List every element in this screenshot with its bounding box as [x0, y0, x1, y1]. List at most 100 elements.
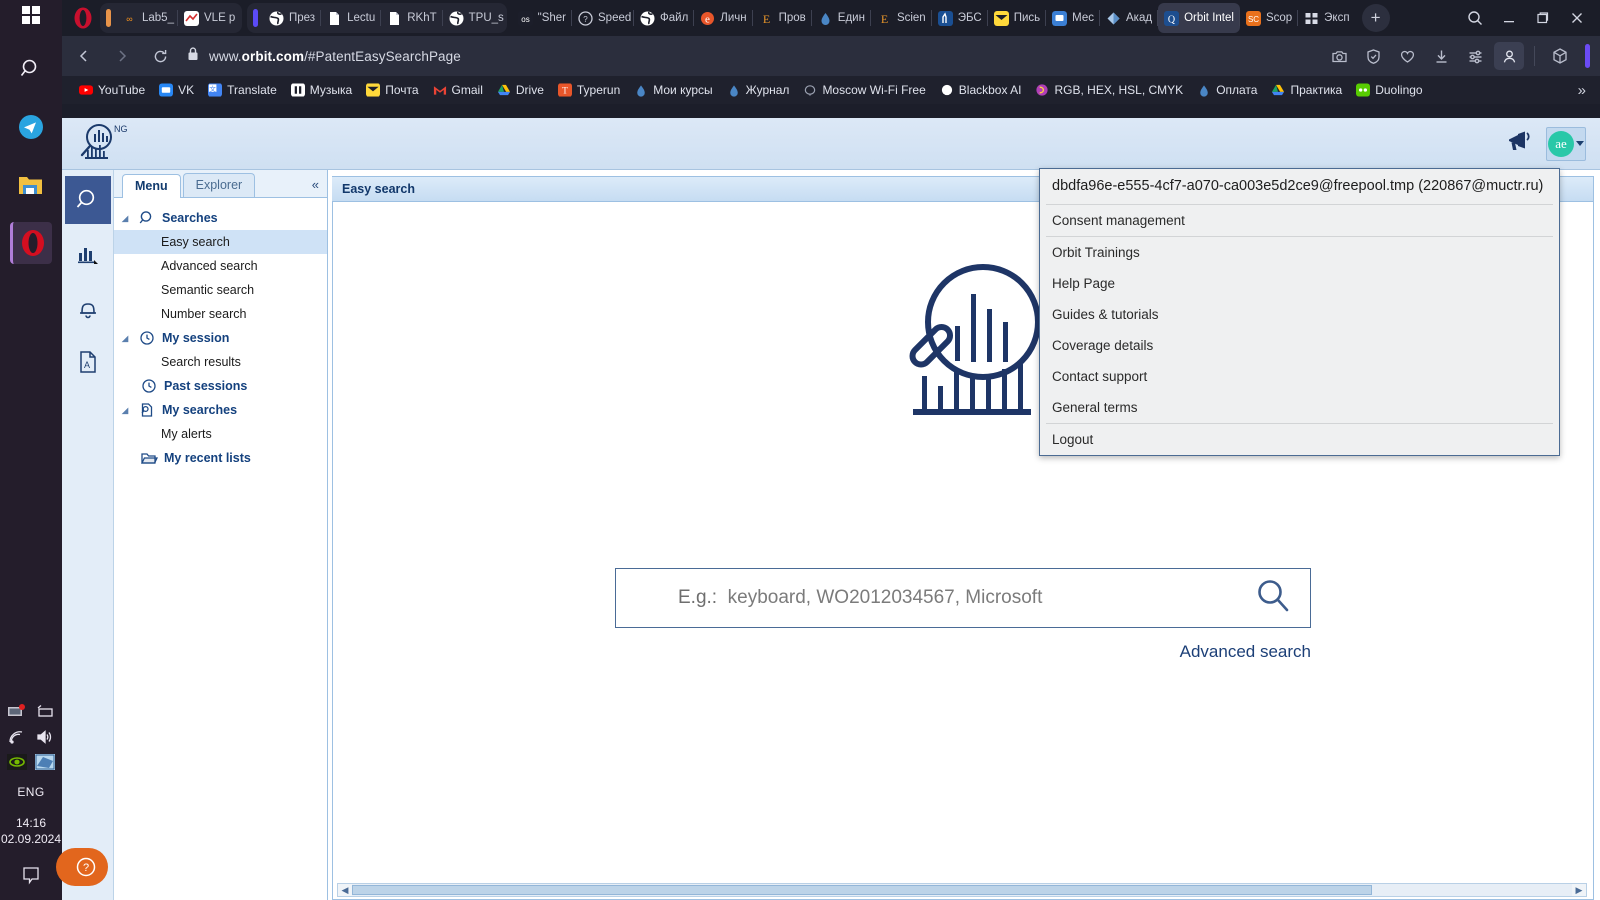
browser-tab[interactable]: os "Sher	[512, 3, 572, 33]
tree-item-number-search[interactable]: Number search	[114, 302, 327, 326]
expand-arrow-icon[interactable]: ◢	[122, 334, 132, 343]
bookmark-item[interactable]: Музыка	[284, 83, 359, 97]
bookmark-item[interactable]: Drive	[490, 83, 551, 97]
back-arrow-icon[interactable]	[72, 44, 96, 68]
expand-arrow-icon[interactable]: ◢	[122, 214, 132, 223]
search-input[interactable]: E.g.: keyboard, WO2012034567, Microsoft	[615, 568, 1311, 628]
horizontal-scrollbar[interactable]: ◀ ▶	[337, 883, 1587, 897]
telegram-icon[interactable]	[10, 106, 52, 148]
search-icon[interactable]	[10, 48, 52, 90]
browser-tab[interactable]: Един	[812, 3, 871, 33]
expand-arrow-icon[interactable]: ◢	[122, 406, 132, 415]
orbit-intelligence-logo[interactable]: NG	[76, 121, 148, 167]
bookmark-item[interactable]: VK	[152, 83, 201, 97]
minimize-icon[interactable]	[1500, 9, 1518, 27]
forward-arrow-icon[interactable]	[110, 44, 134, 68]
browser-tab[interactable]: ∞ Lab5_	[116, 3, 178, 33]
input-language[interactable]: ENG	[17, 785, 44, 799]
tab-search-icon[interactable]	[1466, 9, 1484, 27]
account-menu-item-logout[interactable]: Logout	[1040, 424, 1559, 455]
network-icon[interactable]	[35, 754, 55, 773]
browser-tab-group[interactable]: През Lectu RKhT TPU_s	[247, 3, 507, 33]
browser-tab[interactable]: E Пров	[753, 3, 812, 33]
settings-sliders-icon[interactable]	[1460, 42, 1490, 70]
browser-tab[interactable]: Мес	[1046, 3, 1101, 33]
bookmark-item[interactable]: Blackbox AI	[933, 83, 1029, 97]
extensions-cube-icon[interactable]	[1545, 42, 1575, 70]
bookmark-item[interactable]: T Typerun	[551, 83, 627, 97]
rail-item-alerts[interactable]	[65, 284, 111, 332]
content-tab-title[interactable]: Easy search	[332, 182, 425, 196]
file-explorer-icon[interactable]	[10, 164, 52, 206]
bookmark-item[interactable]: Duolingo	[1349, 83, 1429, 97]
scroll-thumb[interactable]	[352, 885, 1372, 895]
bookmark-item[interactable]: Практика	[1264, 83, 1349, 97]
nvidia-icon[interactable]	[7, 754, 27, 773]
tree-group-searches[interactable]: ◢ Searches	[114, 206, 327, 230]
wifi-icon[interactable]	[7, 729, 27, 748]
account-menu-item-guides-tutorials[interactable]: Guides & tutorials	[1040, 299, 1559, 330]
bookmarks-overflow-icon[interactable]: »	[1578, 82, 1590, 99]
browser-tab[interactable]: Файл	[634, 3, 695, 33]
megaphone-icon[interactable]	[1506, 129, 1534, 158]
bookmark-item[interactable]: Moscow Wi-Fi Free	[796, 83, 932, 97]
browser-tab[interactable]: Q Orbit Intel	[1158, 3, 1240, 33]
close-icon[interactable]	[1568, 9, 1586, 27]
bookmark-item[interactable]: Мои курсы	[627, 83, 719, 97]
restore-icon[interactable]	[1534, 9, 1552, 27]
browser-tab-group[interactable]: ∞ Lab5_ VLE p	[100, 3, 242, 33]
bookmark-item[interactable]: Журнал	[720, 83, 797, 97]
search-submit-icon[interactable]	[1254, 577, 1292, 620]
scroll-track[interactable]	[352, 884, 1572, 896]
notifications-icon[interactable]	[20, 865, 42, 888]
tree-item-search-results[interactable]: Search results	[114, 350, 327, 374]
tree-item-advanced-search[interactable]: Advanced search	[114, 254, 327, 278]
account-menu-item-help-page[interactable]: Help Page	[1040, 268, 1559, 299]
snapshot-icon[interactable]	[1324, 42, 1354, 70]
collapse-panel-icon[interactable]: «	[312, 177, 319, 197]
tree-group-my-searches[interactable]: ◢ My searches	[114, 398, 327, 422]
account-menu-item-orbit-trainings[interactable]: Orbit Trainings	[1040, 237, 1559, 268]
browser-tab[interactable]: VLE p	[178, 3, 240, 33]
browser-tab[interactable]: Эксп	[1298, 3, 1355, 33]
sidebar-accent-bar[interactable]	[1585, 44, 1590, 68]
download-icon[interactable]	[1426, 42, 1456, 70]
account-menu-item-general-terms[interactable]: General terms	[1040, 392, 1559, 423]
tab-group-color-bar[interactable]	[106, 9, 111, 27]
account-menu-item-contact-support[interactable]: Contact support	[1040, 361, 1559, 392]
bookmark-item[interactable]: RGB, HEX, HSL, CMYK	[1028, 83, 1190, 97]
rail-item-search[interactable]	[64, 176, 111, 224]
browser-tab[interactable]: Lectu	[321, 3, 382, 33]
opera-icon[interactable]	[10, 222, 52, 264]
battery-icon[interactable]	[35, 704, 55, 723]
rail-item-export-pdf[interactable]: A	[65, 338, 111, 386]
advanced-search-link[interactable]: Advanced search	[615, 642, 1311, 662]
account-avatar-button[interactable]: ae	[1546, 126, 1586, 161]
browser-tab[interactable]: RKhT	[381, 3, 443, 33]
browser-tab[interactable]: e Личн	[694, 3, 753, 33]
volume-icon[interactable]	[35, 729, 55, 748]
remote-desktop-icon[interactable]	[7, 704, 27, 723]
reload-icon[interactable]	[148, 44, 172, 68]
browser-tab[interactable]: Акад	[1100, 3, 1159, 33]
browser-tab[interactable]: ? Speed	[572, 3, 634, 33]
tree-item-semantic-search[interactable]: Semantic search	[114, 278, 327, 302]
browser-tab[interactable]: TPU_s	[443, 3, 505, 33]
help-button[interactable]: ?	[56, 848, 108, 886]
bookmark-item[interactable]: 文 Translate	[201, 83, 284, 97]
tab-group-color-bar[interactable]	[253, 9, 258, 27]
opera-logo-icon[interactable]	[66, 0, 100, 36]
shield-icon[interactable]	[1358, 42, 1388, 70]
browser-tab[interactable]: SC Scop	[1240, 3, 1299, 33]
new-tab-button[interactable]: +	[1361, 4, 1390, 32]
padlock-icon[interactable]	[186, 46, 200, 67]
address-bar[interactable]: www.orbit.com/#PatentEasySearchPage	[186, 46, 1310, 67]
scroll-right-arrow[interactable]: ▶	[1572, 885, 1586, 896]
chevron-down-icon[interactable]	[1576, 141, 1584, 146]
browser-tab[interactable]: E Scien	[871, 3, 932, 33]
tree-item-my-alerts[interactable]: My alerts	[114, 422, 327, 446]
bookmark-item[interactable]: YouTube	[72, 83, 152, 97]
browser-tab[interactable]: ЭБС	[932, 3, 988, 33]
tree-item-easy-search[interactable]: Easy search	[114, 230, 327, 254]
tree-group-past-sessions[interactable]: Past sessions	[114, 374, 327, 398]
